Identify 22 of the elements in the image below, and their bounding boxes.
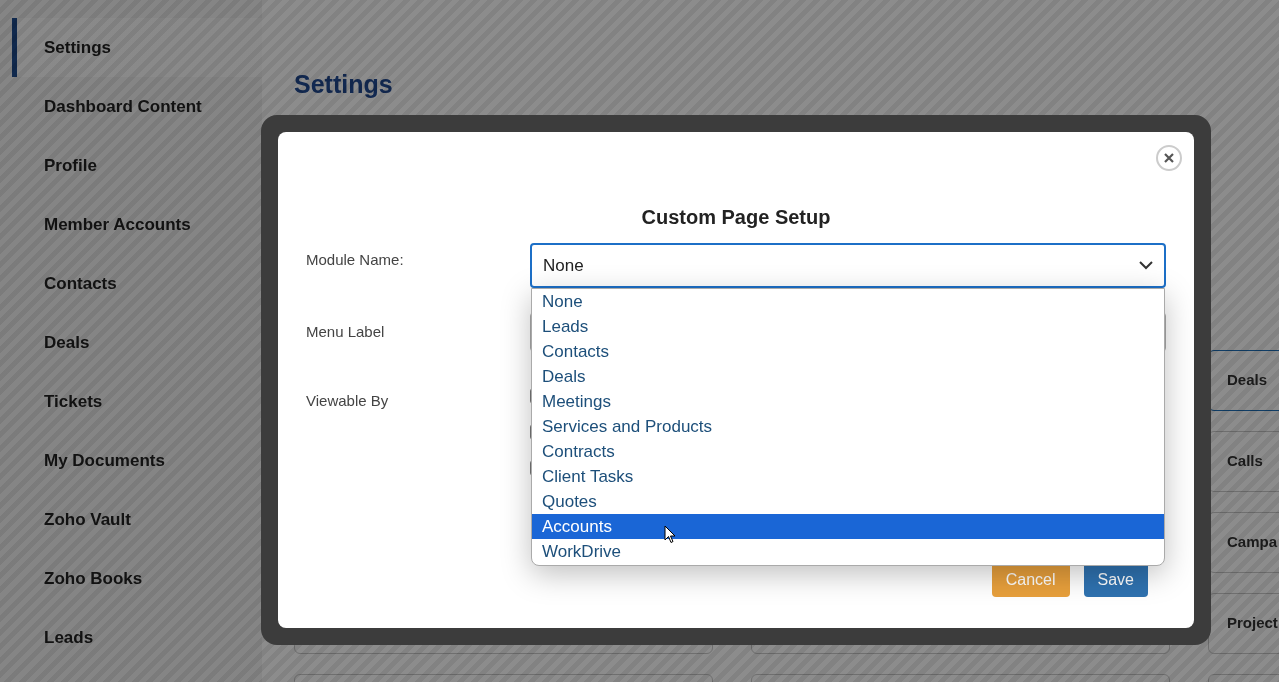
dropdown-option[interactable]: Contracts (532, 439, 1164, 464)
sidebar-item[interactable]: Settings (12, 18, 262, 77)
chevron-down-icon (1139, 261, 1153, 270)
dropdown-option[interactable]: Quotes (532, 489, 1164, 514)
page-title: Settings (294, 69, 394, 100)
dropdown-option[interactable]: Contacts (532, 339, 1164, 364)
dropdown-option[interactable]: WorkDrive (532, 539, 1164, 564)
dropdown-option[interactable]: Meetings (532, 389, 1164, 414)
dropdown-option[interactable]: Deals (532, 364, 1164, 389)
cursor-icon (664, 525, 676, 544)
dropdown-option[interactable]: None (532, 289, 1164, 314)
field-label: Module Name: (306, 251, 404, 268)
field-label: Viewable By (306, 392, 389, 409)
module-select[interactable]: None (530, 243, 1166, 288)
dropdown-option[interactable]: Services and Products (532, 414, 1164, 439)
dropdown-option[interactable]: Leads (532, 314, 1164, 339)
dropdown-option[interactable]: Accounts (532, 514, 1164, 539)
close-button[interactable] (1156, 145, 1182, 171)
dialog-title: Custom Page Setup (640, 205, 832, 226)
field-label: Menu Label (306, 323, 385, 340)
dropdown-option[interactable]: Client Tasks (532, 464, 1164, 489)
close-icon (1164, 153, 1174, 163)
